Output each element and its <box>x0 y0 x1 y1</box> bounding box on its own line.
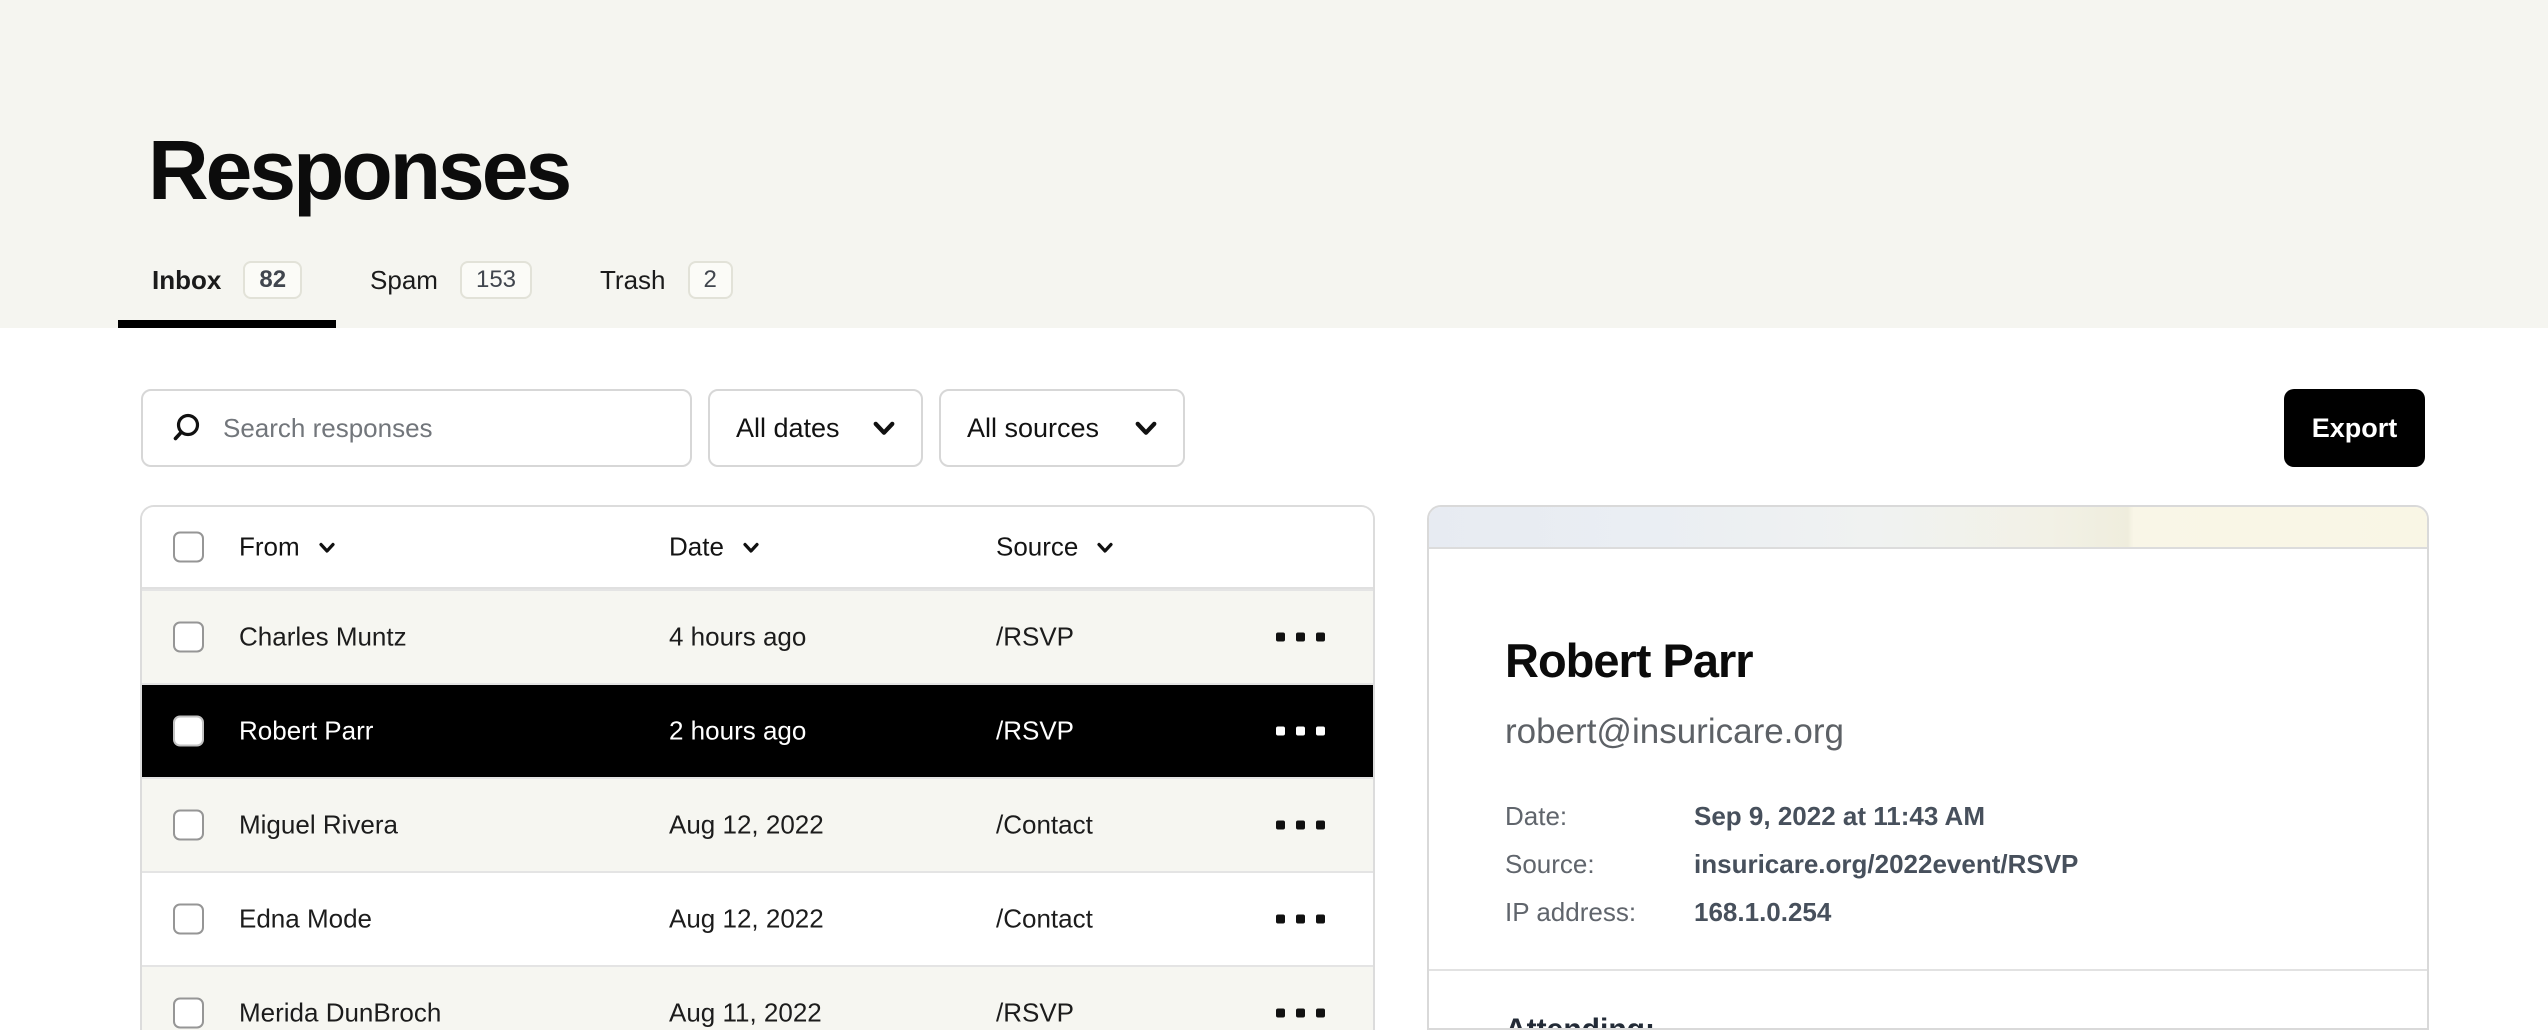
row-from: Edna Mode <box>239 904 372 935</box>
table-row[interactable]: Edna Mode Aug 12, 2022 /Contact <box>142 871 1373 965</box>
column-header-date[interactable]: Date <box>669 532 724 563</box>
row-checkbox[interactable] <box>173 716 204 747</box>
tab-inbox-count-badge: 82 <box>243 261 302 299</box>
search-input[interactable] <box>223 413 670 444</box>
tab-inbox[interactable]: Inbox 82 <box>118 240 336 328</box>
row-menu-button[interactable] <box>1270 905 1331 934</box>
row-source: /RSVP <box>996 622 1074 653</box>
row-date: Aug 12, 2022 <box>669 810 824 841</box>
tab-trash-label: Trash <box>600 265 666 296</box>
row-source: /RSVP <box>996 998 1074 1029</box>
row-source: /Contact <box>996 904 1093 935</box>
search-icon <box>169 411 203 445</box>
meta-row-ip: IP address: 168.1.0.254 <box>1505 895 2351 929</box>
select-all-checkbox[interactable] <box>173 532 204 563</box>
meta-row-source: Source: insuricare.org/2022event/RSVP <box>1505 847 2351 881</box>
page-title: Responses <box>148 122 569 219</box>
dates-filter-label: All dates <box>736 413 840 444</box>
tab-spam[interactable]: Spam 153 <box>336 240 566 328</box>
tab-trash-count-badge: 2 <box>688 261 733 299</box>
detail-name: Robert Parr <box>1505 635 2351 687</box>
row-from: Charles Muntz <box>239 622 407 653</box>
meta-label: Source: <box>1505 847 1694 881</box>
row-date: Aug 12, 2022 <box>669 904 824 935</box>
row-checkbox[interactable] <box>173 810 204 841</box>
row-checkbox[interactable] <box>173 622 204 653</box>
row-source: /RSVP <box>996 716 1074 747</box>
row-from: Merida DunBroch <box>239 998 441 1029</box>
meta-value: 168.1.0.254 <box>1694 895 1831 929</box>
sort-chevron-icon[interactable] <box>740 536 762 558</box>
table-header-row: From Date Source <box>142 507 1373 589</box>
meta-value: insuricare.org/2022event/RSVP <box>1694 847 2078 881</box>
meta-value: Sep 9, 2022 at 11:43 AM <box>1694 799 1985 833</box>
meta-label: IP address: <box>1505 895 1694 929</box>
detail-gradient-strip <box>1429 507 2427 549</box>
header-band: Responses Inbox 82 Spam 153 Trash 2 <box>0 0 2548 328</box>
response-detail-panel: Robert Parr robert@insuricare.org Date: … <box>1427 505 2429 1030</box>
export-button[interactable]: Export <box>2284 389 2425 467</box>
meta-label: Date: <box>1505 799 1694 833</box>
tab-spam-count-badge: 153 <box>460 261 532 299</box>
row-date: 2 hours ago <box>669 716 806 747</box>
row-checkbox[interactable] <box>173 904 204 935</box>
row-from: Miguel Rivera <box>239 810 398 841</box>
tab-bar: Inbox 82 Spam 153 Trash 2 <box>118 240 767 328</box>
tab-trash[interactable]: Trash 2 <box>566 240 767 328</box>
table-row[interactable]: Charles Muntz 4 hours ago /RSVP <box>142 589 1373 683</box>
sources-filter-dropdown[interactable]: All sources <box>939 389 1185 467</box>
divider <box>1429 969 2429 971</box>
tab-inbox-label: Inbox <box>152 265 221 296</box>
row-from: Robert Parr <box>239 716 373 747</box>
detail-email: robert@insuricare.org <box>1505 711 2351 753</box>
table-row-selected[interactable]: Robert Parr 2 hours ago /RSVP <box>142 683 1373 777</box>
row-date: Aug 11, 2022 <box>669 998 822 1029</box>
responses-page: Responses Inbox 82 Spam 153 Trash 2 All … <box>0 0 2548 1030</box>
responses-table: From Date Source Charles Muntz 4 hours a… <box>140 505 1375 1030</box>
sort-chevron-icon[interactable] <box>316 536 338 558</box>
chevron-down-icon <box>871 415 897 441</box>
table-row[interactable]: Miguel Rivera Aug 12, 2022 /Contact <box>142 777 1373 871</box>
row-menu-button[interactable] <box>1270 999 1331 1028</box>
row-date: 4 hours ago <box>669 622 806 653</box>
chevron-down-icon <box>1133 415 1159 441</box>
dates-filter-dropdown[interactable]: All dates <box>708 389 923 467</box>
row-menu-button[interactable] <box>1270 717 1331 746</box>
row-checkbox[interactable] <box>173 998 204 1029</box>
row-source: /Contact <box>996 810 1093 841</box>
tab-spam-label: Spam <box>370 265 438 296</box>
attending-section-title: Attending: <box>1505 1013 2351 1030</box>
column-header-from[interactable]: From <box>239 532 300 563</box>
column-header-source[interactable]: Source <box>996 532 1078 563</box>
sort-chevron-icon[interactable] <box>1094 536 1116 558</box>
meta-row-date: Date: Sep 9, 2022 at 11:43 AM <box>1505 799 2351 833</box>
table-row[interactable]: Merida DunBroch Aug 11, 2022 /RSVP <box>142 965 1373 1030</box>
search-box <box>141 389 692 467</box>
row-menu-button[interactable] <box>1270 623 1331 652</box>
row-menu-button[interactable] <box>1270 811 1331 840</box>
sources-filter-label: All sources <box>967 413 1099 444</box>
detail-meta: Date: Sep 9, 2022 at 11:43 AM Source: in… <box>1505 799 2351 929</box>
